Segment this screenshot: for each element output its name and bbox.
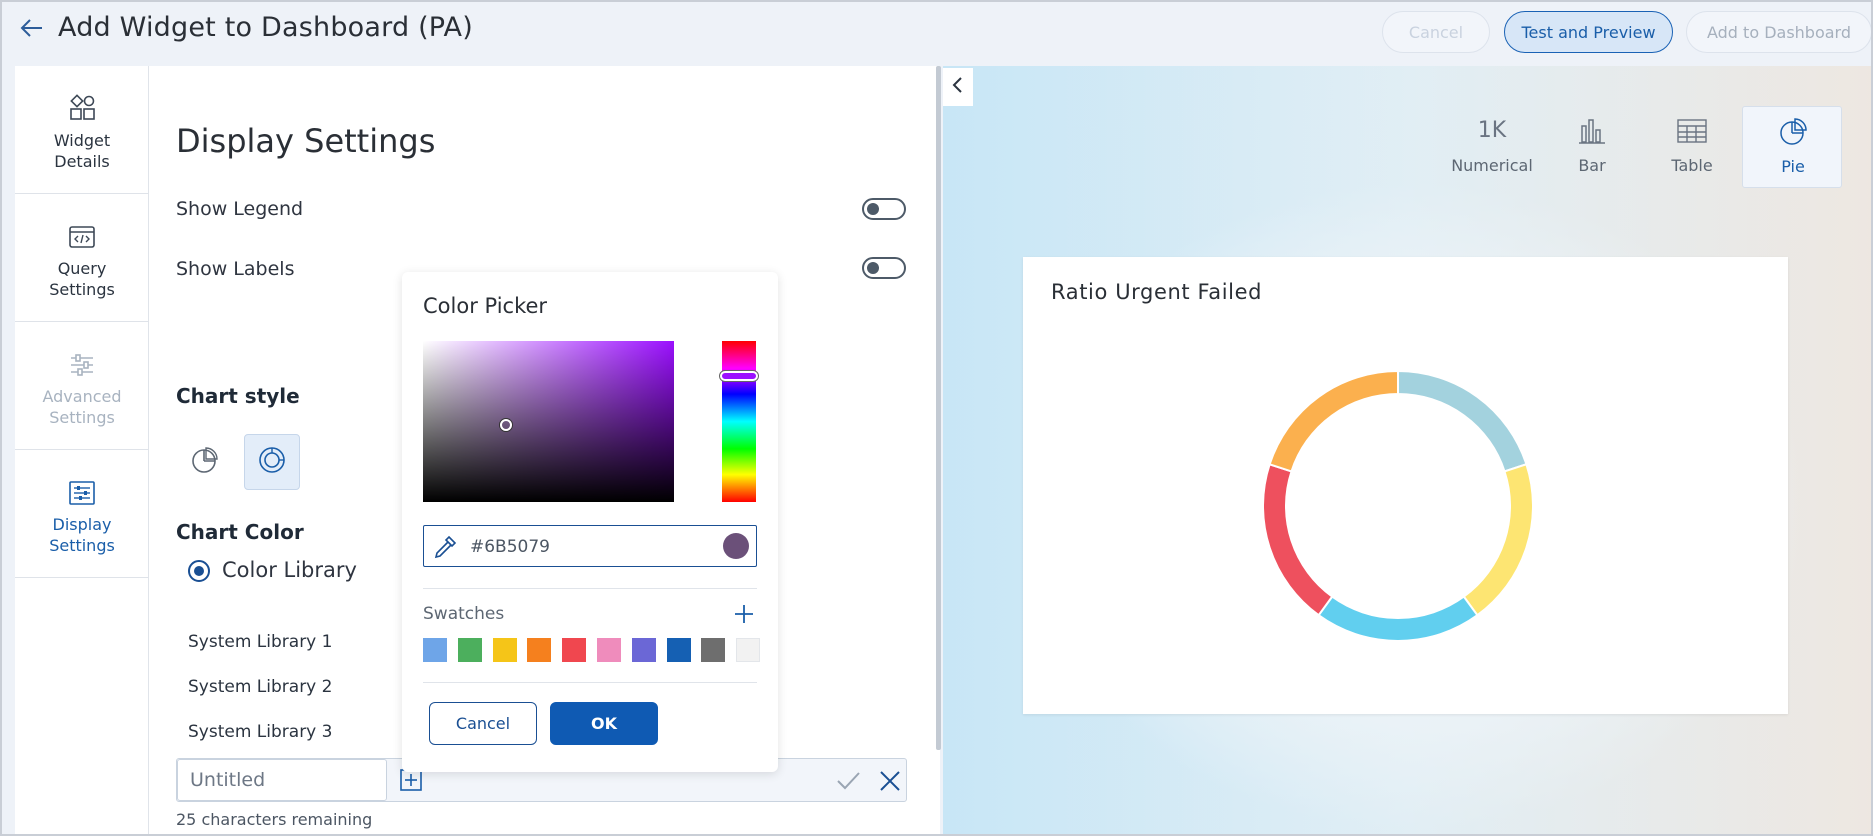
nav-label-line1: Widget — [53, 131, 111, 150]
hue-slider[interactable] — [720, 341, 758, 502]
donut-slice-1[interactable] — [1397, 369, 1528, 473]
numerical-icon: 1K — [1477, 118, 1507, 143]
nav-widget-details[interactable]: Widget Details — [15, 66, 149, 194]
show-legend-label: Show Legend — [176, 198, 304, 220]
picker-cancel-button[interactable]: Cancel — [429, 702, 537, 745]
panel-splitter[interactable] — [936, 66, 941, 750]
chart-type-label: Numerical — [1451, 156, 1533, 175]
display-settings-icon — [67, 478, 97, 508]
back-arrow-icon[interactable] — [18, 14, 48, 44]
show-legend-toggle[interactable] — [862, 198, 906, 220]
nav-label-line2: Settings — [49, 536, 115, 555]
collapse-panel-button[interactable] — [943, 68, 973, 106]
chart-color-heading: Chart Color — [176, 520, 304, 544]
chart-type-label: Bar — [1578, 156, 1606, 175]
donut-slice-2[interactable] — [1462, 463, 1534, 617]
settings-nav: Widget Details Query Settings Advanced Sett… — [15, 66, 149, 834]
saturation-value-area[interactable] — [423, 341, 674, 502]
current-color-swatch — [723, 533, 749, 559]
page-title: Add Widget to Dashboard (PA) — [58, 12, 473, 43]
close-icon[interactable] — [877, 768, 903, 794]
divider — [423, 588, 757, 589]
chevron-left-icon — [951, 75, 965, 100]
donut-slice-3[interactable] — [1317, 595, 1479, 642]
chart-type-numerical[interactable]: 1K Numerical — [1442, 106, 1542, 188]
chars-remaining-hint: 25 characters remaining — [176, 810, 373, 829]
pie-chart-icon — [1777, 117, 1809, 147]
nav-label-line2: Settings — [49, 408, 115, 427]
chart-type-table[interactable]: Table — [1642, 106, 1742, 188]
divider — [423, 682, 757, 683]
color-swatch[interactable] — [562, 638, 587, 662]
color-picker-title: Color Picker — [423, 294, 548, 318]
library-name-input[interactable] — [177, 759, 387, 801]
nav-label-line1: Display — [52, 515, 112, 534]
hex-input-field[interactable]: #6B5079 — [423, 525, 757, 567]
color-picker-dialog: Color Picker #6B5079 Swatches Cancel OK — [402, 272, 778, 772]
cancel-button[interactable]: Cancel — [1382, 11, 1490, 53]
widget-shapes-icon — [67, 94, 97, 124]
show-labels-label: Show Labels — [176, 258, 295, 280]
color-swatch[interactable] — [736, 638, 761, 662]
color-swatch[interactable] — [492, 638, 517, 662]
app-window: Add Widget to Dashboard (PA) Cancel Test… — [0, 0, 1873, 836]
color-swatch[interactable] — [457, 638, 482, 662]
add-swatch-icon[interactable] — [732, 602, 756, 626]
chart-type-label: Pie — [1781, 157, 1805, 176]
test-and-preview-button[interactable]: Test and Preview — [1504, 11, 1673, 53]
nav-label-line1: Advanced — [42, 387, 122, 406]
donut-slice-5[interactable] — [1268, 369, 1399, 473]
confirm-check-icon[interactable] — [835, 769, 861, 793]
donut-style-icon — [257, 445, 287, 480]
add-to-dashboard-button[interactable]: Add to Dashboard — [1686, 11, 1871, 53]
library-item[interactable]: System Library 3 — [188, 722, 332, 742]
chart-type-bar[interactable]: Bar — [1542, 106, 1642, 188]
donut-chart — [1262, 369, 1534, 642]
pie-style-icon — [189, 445, 219, 480]
color-swatch[interactable] — [666, 638, 691, 662]
color-swatch[interactable] — [527, 638, 552, 662]
color-cursor[interactable] — [500, 419, 512, 431]
color-swatch[interactable] — [631, 638, 656, 662]
chart-type-pie[interactable]: Pie — [1742, 106, 1842, 188]
hue-slider-handle[interactable] — [720, 371, 758, 381]
table-icon — [1676, 116, 1708, 146]
donut-slice-4[interactable] — [1262, 463, 1334, 617]
code-window-icon — [67, 222, 97, 252]
header: Add Widget to Dashboard (PA) Cancel Test… — [2, 2, 1871, 66]
nav-advanced-settings[interactable]: Advanced Settings — [15, 322, 149, 450]
eyedropper-icon[interactable] — [432, 534, 458, 560]
nav-query-settings[interactable]: Query Settings — [15, 194, 149, 322]
show-labels-toggle[interactable] — [862, 257, 906, 279]
color-swatch[interactable] — [701, 638, 726, 662]
library-item[interactable]: System Library 1 — [188, 632, 332, 652]
pie-style-button[interactable] — [176, 434, 232, 490]
swatches-label: Swatches — [423, 604, 505, 624]
color-library-label: Color Library — [222, 558, 357, 582]
color-library-radio[interactable] — [188, 560, 210, 582]
section-title: Display Settings — [176, 122, 436, 160]
hex-value[interactable]: #6B5079 — [470, 537, 550, 557]
chart-style-heading: Chart style — [176, 384, 300, 408]
chart-type-label: Table — [1671, 156, 1713, 175]
library-item[interactable]: System Library 2 — [188, 677, 332, 697]
sliders-icon — [67, 350, 97, 380]
picker-ok-button[interactable]: OK — [550, 702, 658, 745]
nav-label-line2: Details — [54, 152, 110, 171]
chart-card: Ratio Urgent Failed — [1023, 257, 1788, 714]
nav-label-line2: Settings — [49, 280, 115, 299]
nav-label-line1: Query — [57, 259, 107, 278]
color-swatch[interactable] — [423, 638, 447, 662]
bar-chart-icon — [1576, 116, 1608, 146]
color-swatch[interactable] — [597, 638, 621, 662]
nav-display-settings[interactable]: Display Settings — [15, 450, 149, 578]
donut-style-button[interactable] — [244, 434, 300, 490]
